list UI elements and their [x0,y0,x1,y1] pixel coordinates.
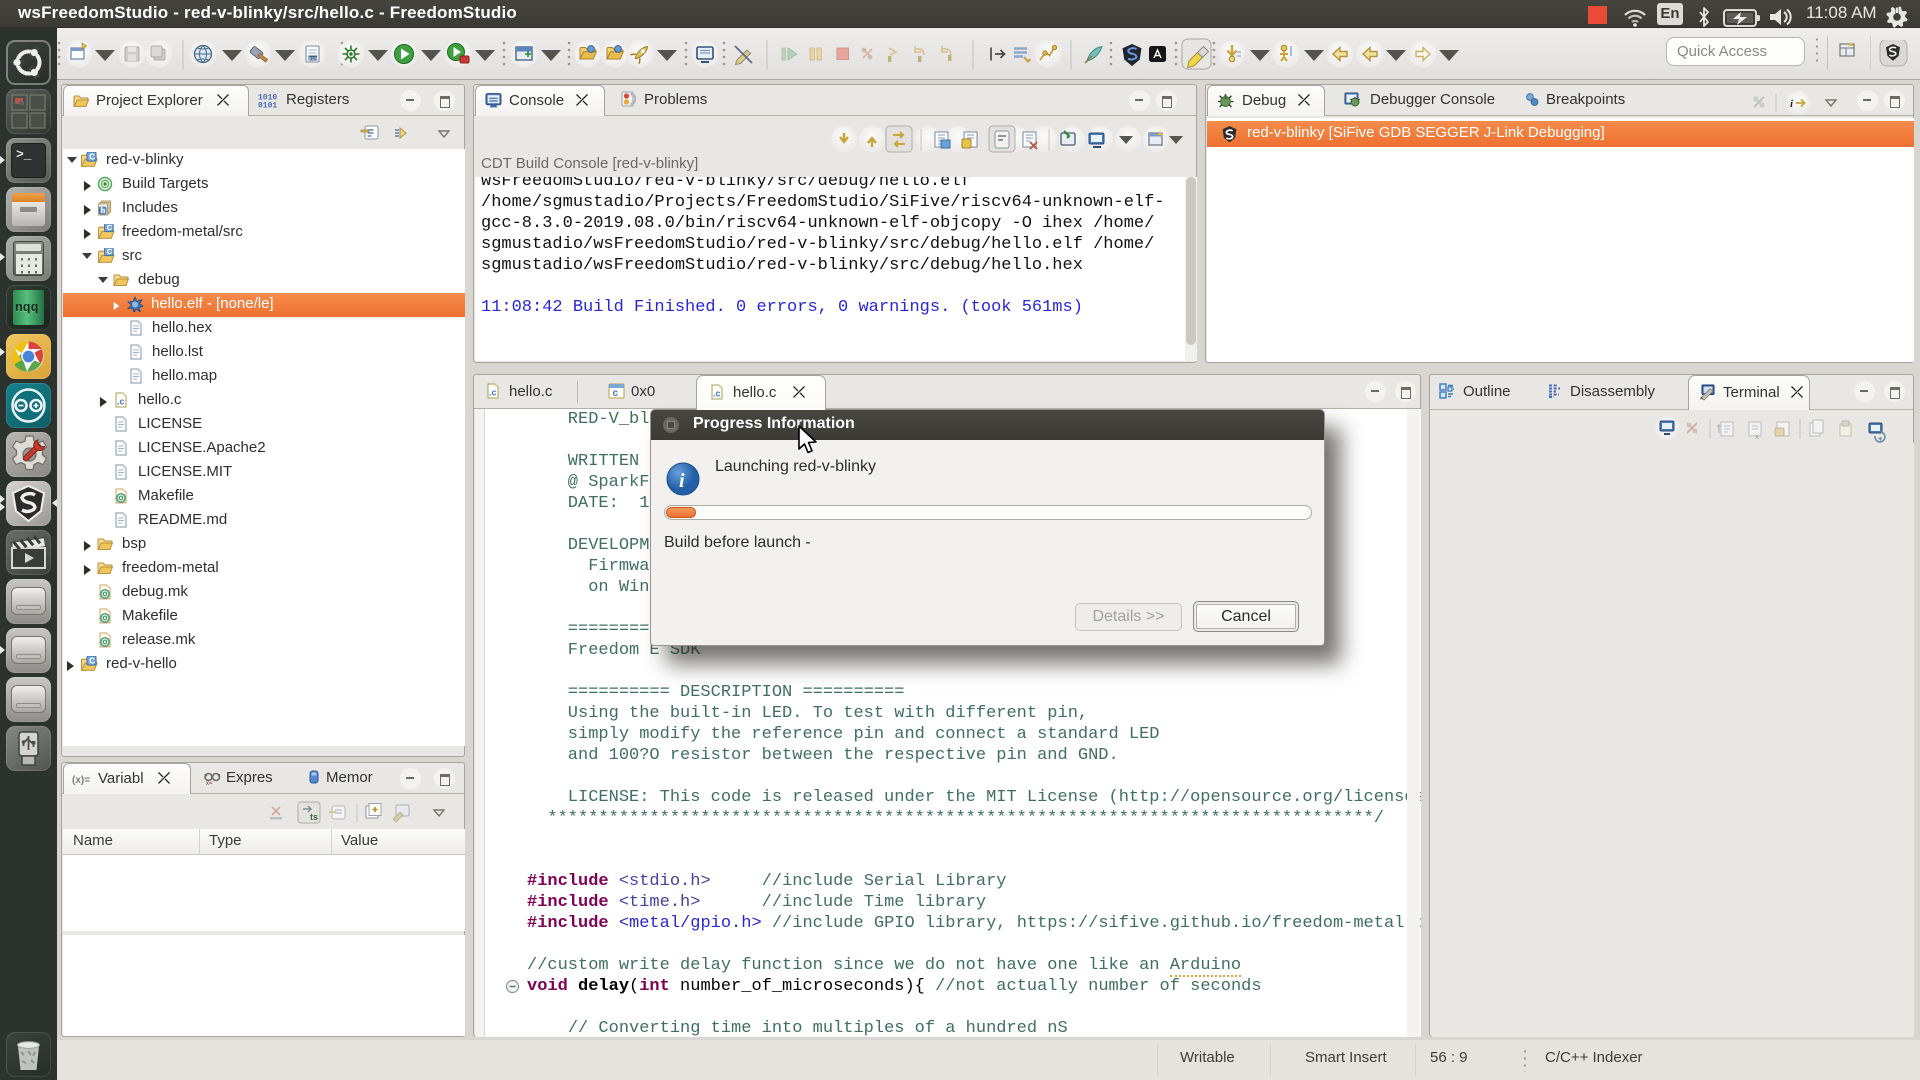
svg-text:x: x [1755,432,1759,441]
svg-text:010: 010 [309,56,317,62]
svg-text:i: i [679,470,685,492]
svg-text:ts: ts [310,812,318,822]
svg-text:c: c [613,388,619,399]
